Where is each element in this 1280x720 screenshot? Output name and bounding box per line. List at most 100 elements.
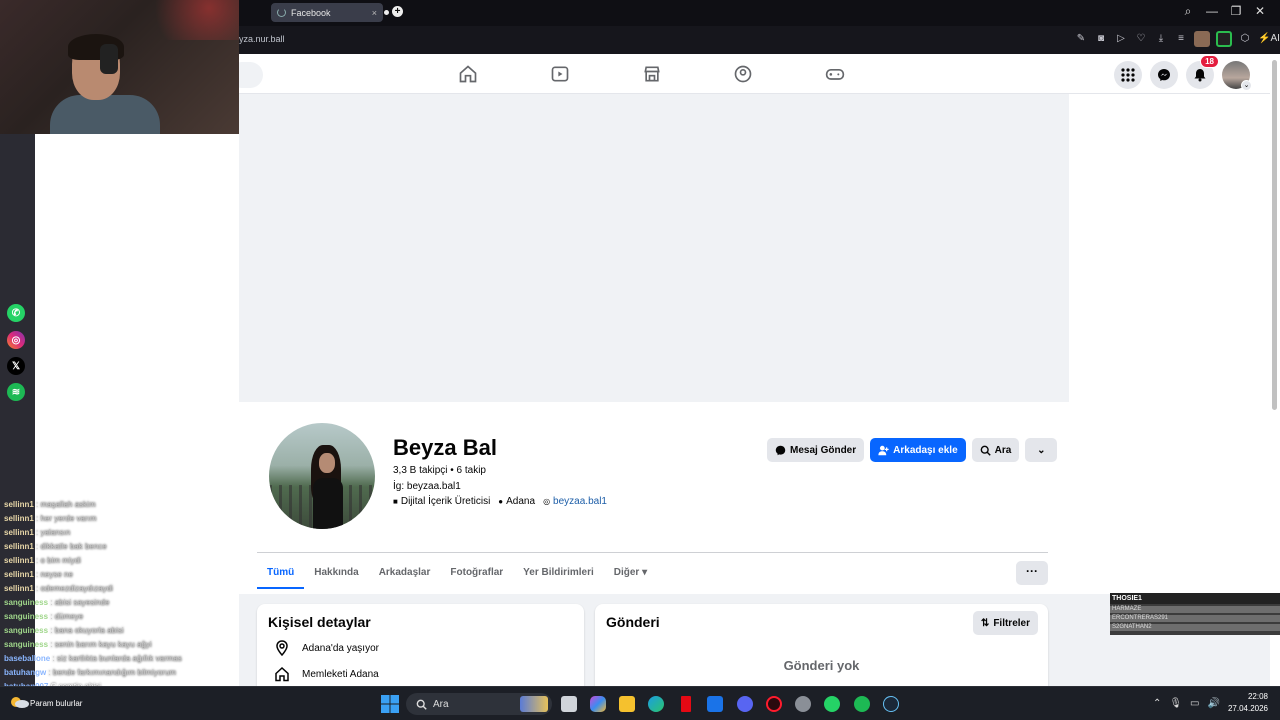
- close-window-button[interactable]: ✕: [1248, 4, 1272, 19]
- account-avatar[interactable]: ⌄: [1222, 61, 1252, 91]
- ranking-overlay: THOSIE1 HARMAZE ERCONTRERAS291 S2GNATHAN…: [1110, 593, 1280, 635]
- search-tabs-icon[interactable]: ⌕: [1176, 4, 1200, 19]
- tab-more[interactable]: Diğer ▾: [604, 559, 657, 589]
- facebook-search[interactable]: [239, 62, 263, 88]
- camera-icon[interactable]: ◙: [1094, 32, 1108, 46]
- add-friend-button[interactable]: Arkadaşı ekle: [870, 438, 966, 462]
- volume-icon[interactable]: 🔊: [1208, 698, 1220, 709]
- grid-icon: [1121, 68, 1135, 82]
- notifications-button[interactable]: 18: [1186, 55, 1219, 89]
- download-icon[interactable]: ⤓: [1154, 32, 1168, 46]
- instagram-link[interactable]: beyzaa.bal1: [553, 496, 607, 507]
- ai-button[interactable]: ⚡AI: [1258, 32, 1280, 46]
- toolbar-icons: ✎ ◙ ▷ ♡ ⤓ ≡ ⬡ ⚡AI: [1074, 31, 1280, 47]
- location-pin-icon: ●: [498, 497, 504, 506]
- messenger-icon: [775, 445, 786, 455]
- discord-icon[interactable]: [737, 696, 753, 712]
- chevron-up-icon[interactable]: ⌃: [1153, 698, 1161, 709]
- video-icon[interactable]: [550, 64, 570, 84]
- tab-friends[interactable]: Arkadaşlar: [369, 559, 441, 589]
- personal-details-card: Kişisel detaylar Adana'da yaşıyor Memlek…: [257, 604, 584, 686]
- filter-icon: ⇅: [980, 617, 990, 629]
- edit-icon[interactable]: ✎: [1074, 32, 1088, 46]
- netflix-icon[interactable]: [681, 696, 691, 712]
- restore-button[interactable]: ❐: [1224, 4, 1248, 19]
- tab-checkins[interactable]: Yer Bildirimleri: [513, 559, 604, 589]
- personal-details-title: Kişisel detaylar: [268, 614, 371, 630]
- minimize-button[interactable]: —: [1200, 4, 1224, 19]
- chat-text: : dümeye: [50, 612, 84, 621]
- chat-username: sanguiness: [4, 640, 49, 649]
- chat-message: sellinn1 : dikkatle bak bence: [4, 542, 107, 551]
- gaming-icon[interactable]: [825, 64, 845, 84]
- start-button[interactable]: [381, 695, 399, 713]
- filters-label: Filtreler: [993, 617, 1030, 629]
- opera-gx-icon[interactable]: [766, 696, 782, 712]
- webcam-overlay: [0, 0, 239, 134]
- ranking-header: THOSIE1: [1110, 593, 1280, 604]
- mail-icon[interactable]: [707, 696, 723, 712]
- home-icon[interactable]: [458, 64, 478, 84]
- loading-icon: [277, 8, 286, 17]
- messenger-button[interactable]: [1150, 61, 1178, 89]
- url-field[interactable]: yza.nur.ball: [239, 34, 285, 44]
- chat-username: sanguiness: [4, 598, 49, 607]
- edge-icon[interactable]: [648, 696, 664, 712]
- cover-photo[interactable]: [239, 94, 1069, 402]
- settings-icon[interactable]: [795, 696, 811, 712]
- more-options-dropdown[interactable]: ⌄: [1025, 438, 1058, 462]
- groups-icon[interactable]: [733, 64, 753, 84]
- tab-photos[interactable]: Fotoğraflar: [440, 559, 513, 589]
- chat-message: sanguiness : dümeye: [4, 612, 83, 621]
- tabs-more-button[interactable]: ···: [1016, 561, 1048, 585]
- chevron-down-icon: ⌄: [1241, 80, 1252, 91]
- menu-grid-button[interactable]: [1114, 61, 1142, 89]
- detail-lives: Adana'da yaşıyor: [268, 640, 573, 656]
- instagram-icon: ◎: [7, 331, 25, 349]
- system-tray: ⌃ 🎙 ▭ 🔊 22:08 27.04.2026: [1153, 691, 1268, 715]
- chat-text: : yalansın: [36, 528, 71, 537]
- menu-icon[interactable]: ≡: [1174, 32, 1188, 46]
- messenger-icon: [1158, 69, 1170, 81]
- instagram-small-icon: ◎: [543, 497, 551, 506]
- cube-icon[interactable]: ⬡: [1238, 32, 1252, 46]
- posts-card: Gönderi ⇅ Filtreler Gönderi yok: [595, 604, 1048, 686]
- clock-time: 22:08: [1247, 692, 1268, 701]
- tab-close-button[interactable]: ×: [372, 8, 377, 18]
- chat-message: sanguiness : abisi sayesinde: [4, 598, 109, 607]
- copilot-icon[interactable]: [590, 696, 606, 712]
- header-right-actions: 18 ⌄: [1114, 55, 1252, 91]
- tab-about[interactable]: Hakkında: [304, 559, 368, 589]
- scrollbar[interactable]: [1272, 60, 1277, 410]
- new-tab-button[interactable]: +: [392, 6, 403, 17]
- spotify-taskbar-icon[interactable]: [854, 696, 870, 712]
- play-icon[interactable]: ▷: [1114, 32, 1128, 46]
- profile-actions: Mesaj Gönder Arkadaşı ekle Ara ⌄: [767, 438, 1058, 462]
- follower-stats[interactable]: 3,3 B takipçi • 6 takip: [393, 465, 486, 476]
- clock-date: 27.04.2026: [1227, 704, 1268, 713]
- x-icon: 𝕏: [7, 357, 25, 375]
- weather-widget[interactable]: [8, 695, 30, 709]
- stream-chat-overlay: sellinn1 : maşallah askim sellinn1 : her …: [0, 496, 239, 705]
- taskbar-search[interactable]: Ara: [406, 693, 552, 715]
- file-explorer-icon[interactable]: [619, 696, 635, 712]
- heart-icon[interactable]: ♡: [1134, 32, 1148, 46]
- chat-text: : bana okuyorla abisi: [50, 626, 124, 635]
- extension-green-icon[interactable]: [1216, 31, 1232, 47]
- marketplace-icon[interactable]: [642, 64, 662, 84]
- profile-extension-icon[interactable]: [1194, 31, 1210, 47]
- microphone-icon[interactable]: 🎙: [1169, 698, 1182, 709]
- instagram-link-item[interactable]: ◎ beyzaa.bal1: [543, 496, 607, 507]
- filters-button[interactable]: ⇅ Filtreler: [972, 611, 1038, 635]
- tab-all[interactable]: Tümü: [257, 559, 305, 589]
- profile-picture[interactable]: [266, 420, 378, 532]
- task-view-icon[interactable]: [561, 696, 577, 712]
- clock[interactable]: 22:08 27.04.2026: [1228, 691, 1268, 715]
- whatsapp-taskbar-icon[interactable]: [824, 696, 840, 712]
- profile-search-button[interactable]: Ara: [971, 438, 1020, 462]
- steam-icon[interactable]: [883, 696, 899, 712]
- search-label: Ara: [994, 444, 1012, 456]
- message-button[interactable]: Mesaj Gönder: [767, 438, 865, 462]
- browser-tab[interactable]: Facebook ×: [271, 3, 383, 22]
- network-icon[interactable]: ▭: [1190, 698, 1199, 709]
